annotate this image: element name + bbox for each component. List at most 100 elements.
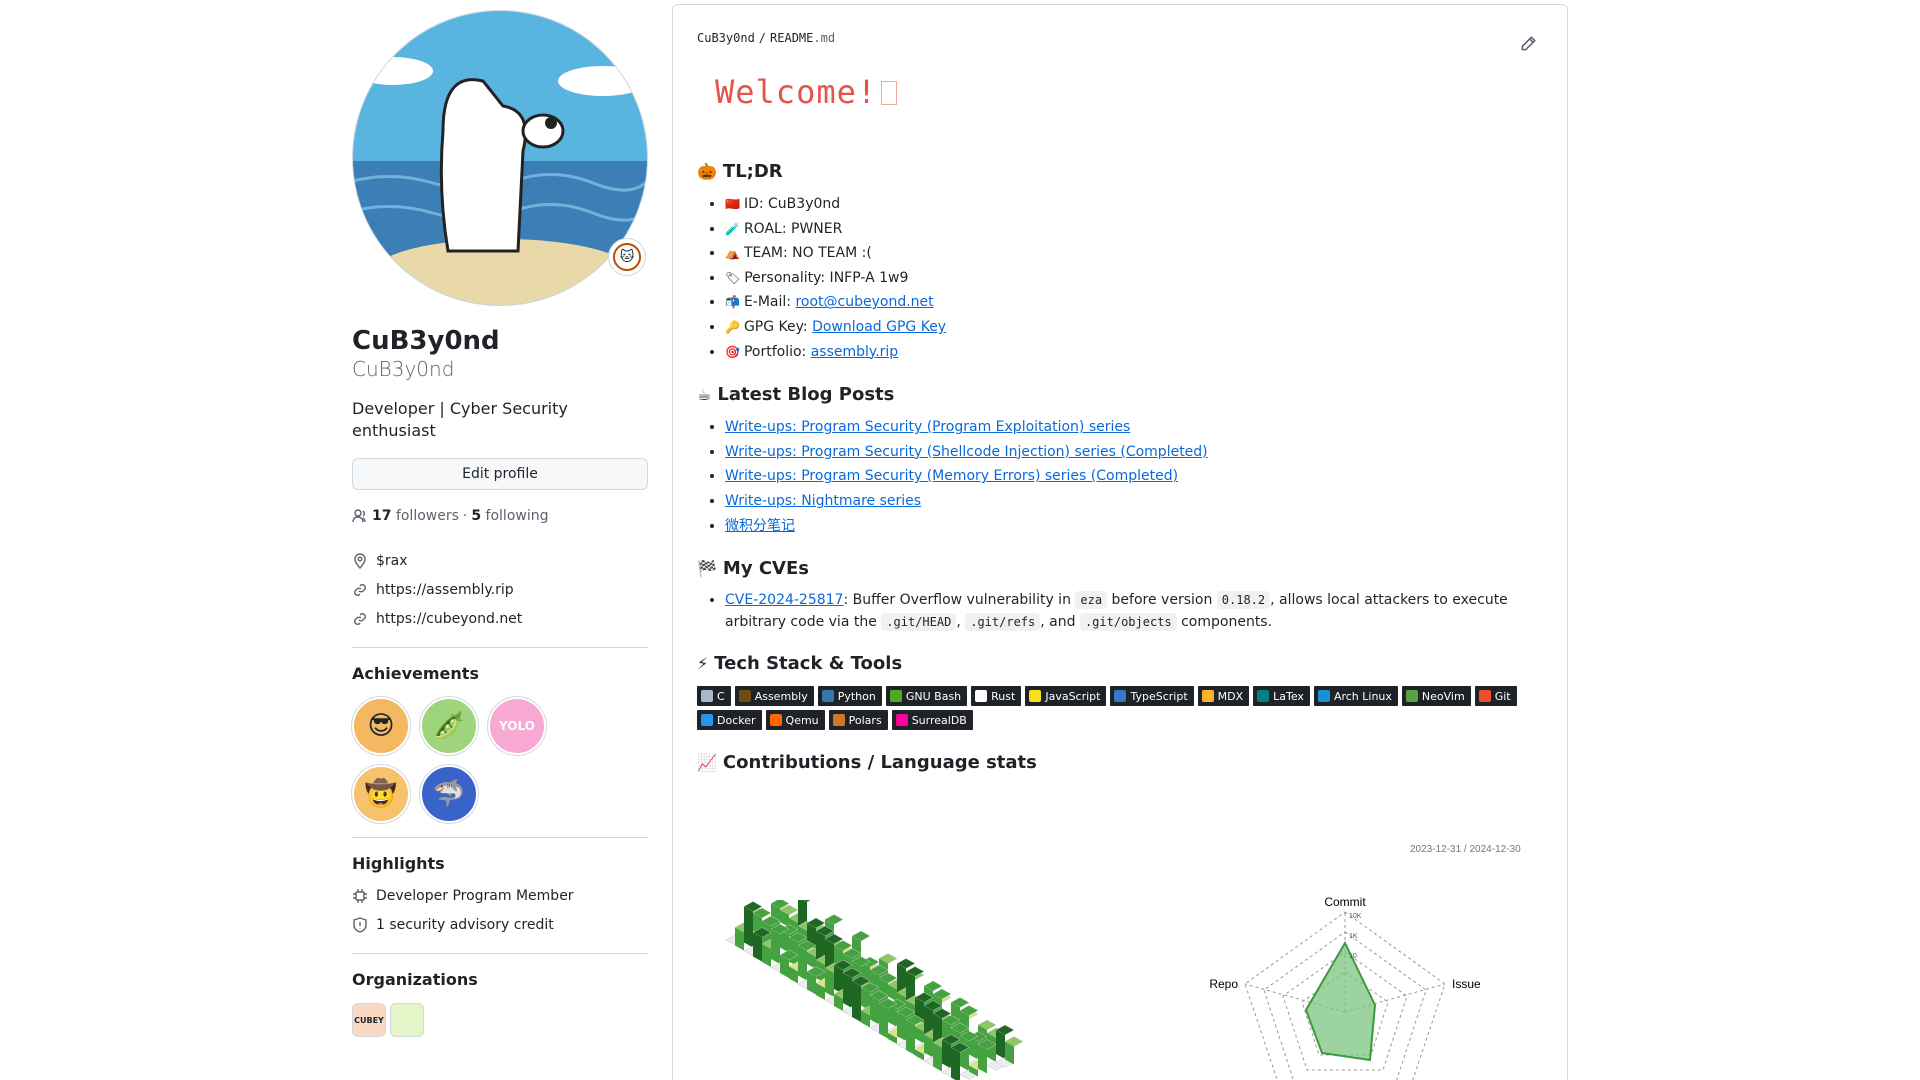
achievement-badge[interactable]: 🫛	[420, 697, 478, 755]
tech-badge[interactable]: NeoVim	[1401, 686, 1471, 707]
blog-heading: ☕ Latest Blog Posts	[697, 384, 1543, 405]
cve-code: .git/objects	[1079, 613, 1177, 632]
language-radar-chart: Commit Repo Issue 10K 1K 10	[1209, 895, 1481, 1080]
contribution-bar-side	[771, 929, 780, 964]
readme-owner-link[interactable]: CuB3y0nd	[697, 31, 755, 45]
tech-logo-icon	[1405, 690, 1418, 703]
organization-avatar[interactable]	[390, 1003, 424, 1037]
tech-logo-icon	[832, 714, 845, 727]
blog-post-link[interactable]: Write-ups: Program Security (Memory Erro…	[725, 468, 1178, 484]
tech-badge[interactable]: GNU Bash	[885, 686, 968, 707]
tldr-item-link[interactable]: root@cubeyond.net	[795, 294, 933, 310]
divider	[352, 953, 648, 954]
tech-badge[interactable]: MDX	[1197, 686, 1250, 707]
tech-badge[interactable]: JavaScript	[1025, 686, 1107, 707]
tech-badge-label: Python	[837, 689, 876, 703]
following-link[interactable]: 5 following	[471, 508, 548, 524]
cve-code: eza	[1075, 591, 1108, 610]
tech-logo-icon	[821, 690, 834, 703]
tldr-item-icon: 🎯	[725, 344, 740, 359]
cve-link[interactable]: CVE-2024-25817	[725, 592, 843, 608]
achievement-badge[interactable]: 🤠	[352, 765, 410, 823]
achievement-icon: 🤠	[364, 779, 398, 809]
cve-text: before version	[1107, 592, 1217, 609]
tldr-item: 🔑GPG Key: Download GPG Key	[725, 315, 1543, 340]
tech-badge-label: C	[717, 689, 725, 703]
tech-badge-label: GNU Bash	[905, 689, 962, 703]
tech-badge[interactable]: Rust	[971, 686, 1022, 707]
cve-text: , and	[1040, 614, 1080, 631]
divider	[352, 647, 648, 648]
avatar-container: 🐱	[352, 10, 648, 306]
tech-badge[interactable]: LaTex	[1253, 686, 1310, 707]
tech-badge[interactable]: Docker	[697, 710, 762, 731]
highlight-item[interactable]: Developer Program Member	[352, 881, 648, 910]
tldr-item-link[interactable]: Download GPG Key	[812, 319, 946, 335]
tldr-item: 🇨🇳ID: CuB3y0nd	[725, 192, 1543, 217]
tech-heading: ⚡ Tech Stack & Tools	[697, 653, 1543, 674]
achievements-list: 😎 🫛 YOLO 🤠 🦈	[352, 697, 612, 823]
tech-logo-icon	[1257, 690, 1270, 703]
contribution-bar-side	[933, 1042, 942, 1072]
tldr-item-text: E-Mail:	[743, 294, 796, 311]
website-link-1[interactable]: https://assembly.rip	[376, 582, 514, 598]
organizations-title: Organizations	[352, 970, 478, 989]
blog-post-link[interactable]: Write-ups: Program Security (Program Exp…	[725, 419, 1130, 435]
website-item: https://assembly.rip	[352, 575, 648, 604]
follow-stats: 17 followers · 5 following	[352, 508, 648, 524]
pencil-icon[interactable]	[1519, 35, 1537, 53]
tech-logo-icon	[1201, 690, 1214, 703]
organization-avatar[interactable]: CUBEY	[352, 1003, 386, 1037]
blog-post-link[interactable]: Write-ups: Program Security (Shellcode I…	[725, 444, 1208, 460]
blog-title: Latest Blog Posts	[717, 384, 895, 406]
profile-bio: Developer | Cyber Security enthusiast	[352, 399, 568, 440]
edit-profile-button[interactable]: Edit profile	[352, 458, 648, 490]
readme-breadcrumb: CuB3y0nd / README.md	[697, 31, 1543, 45]
blog-post-link[interactable]: 微积分笔记	[725, 518, 795, 534]
welcome-text: Welcome!	[715, 73, 878, 111]
tech-badge[interactable]: Python	[817, 686, 882, 707]
achievement-icon: 🫛	[432, 711, 466, 741]
tech-badge[interactable]: Qemu	[765, 710, 825, 731]
tech-badge-label: JavaScript	[1045, 689, 1101, 703]
tech-badge[interactable]: SurrealDB	[891, 710, 973, 731]
radar-tick: 10K	[1349, 913, 1362, 920]
tech-badge[interactable]: Git	[1474, 686, 1517, 707]
highlight-item[interactable]: 1 security advisory credit	[352, 910, 648, 939]
location-pin-icon	[354, 552, 366, 569]
blog-post-link[interactable]: Write-ups: Nightmare series	[725, 493, 921, 509]
location-text: $rax	[376, 552, 408, 569]
status-badge[interactable]: 🐱	[608, 238, 646, 276]
achievement-icon: YOLO	[499, 719, 535, 733]
website-link-2[interactable]: https://cubeyond.net	[376, 611, 522, 627]
blog-item: Write-ups: Program Security (Program Exp…	[725, 415, 1543, 440]
contribution-bar-side	[753, 932, 762, 962]
tech-badge-label: TypeScript	[1130, 689, 1188, 703]
tldr-item-link[interactable]: assembly.rip	[811, 344, 898, 360]
divider	[352, 837, 648, 838]
achievement-badge[interactable]: YOLO	[488, 697, 546, 755]
avatar[interactable]	[352, 10, 648, 306]
followers-label: followers	[395, 508, 459, 524]
radar-label-issue: Issue	[1452, 977, 1481, 991]
tech-badge[interactable]: Arch Linux	[1313, 686, 1398, 707]
tech-badge[interactable]: Polars	[828, 710, 888, 731]
tldr-item-text: Portfolio:	[743, 343, 811, 360]
cves-title: My CVEs	[722, 558, 809, 580]
achievement-badge[interactable]: 😎	[352, 697, 410, 755]
tech-logo-icon	[1478, 690, 1491, 703]
tech-badge-label: Docker	[717, 713, 756, 727]
followers-link[interactable]: 17 followers	[372, 508, 459, 524]
tech-badge[interactable]: TypeScript	[1110, 686, 1194, 707]
tldr-item: 🧪ROAL: PWNER	[725, 217, 1543, 242]
tech-badge-label: Assembly	[754, 689, 808, 703]
tech-badge[interactable]: Assembly	[734, 686, 814, 707]
tldr-item-icon: 🇨🇳	[725, 197, 740, 211]
achievement-badge[interactable]: 🦈	[420, 765, 478, 823]
tldr-title: TL;DR	[722, 161, 783, 182]
blog-item: 微积分笔记	[725, 514, 1543, 539]
website-item: https://cubeyond.net	[352, 604, 648, 633]
contribution-bar-side	[897, 1012, 906, 1041]
tech-badge[interactable]: C	[697, 686, 731, 707]
achievements-title[interactable]: Achievements	[352, 664, 648, 683]
